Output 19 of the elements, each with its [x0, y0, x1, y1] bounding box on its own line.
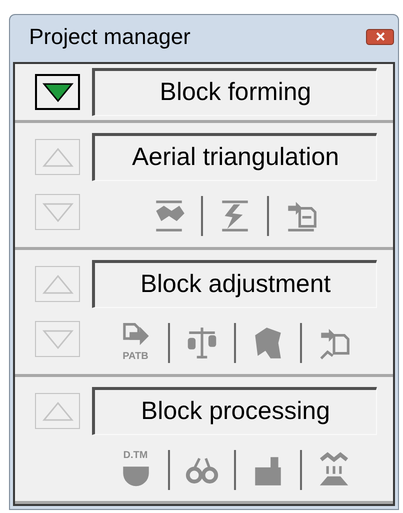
icon-caption: PATB — [122, 351, 150, 363]
step-button[interactable]: Block adjustment — [92, 260, 377, 308]
close-button[interactable] — [366, 28, 394, 44]
step-button[interactable]: Block processing — [92, 387, 377, 435]
step-button[interactable]: Block forming — [92, 68, 377, 116]
step-button[interactable]: Aerial triangulation — [92, 133, 377, 181]
triangle-down-icon — [42, 200, 74, 224]
triangle-up-icon — [42, 272, 74, 296]
triangle-down-icon — [42, 80, 74, 104]
window-title: Project manager — [29, 23, 190, 51]
icon-caption: D.TM — [122, 450, 149, 462]
triangle-down-icon — [42, 328, 74, 350]
move-up-button[interactable] — [35, 393, 80, 429]
close-icon — [376, 32, 384, 41]
triangle-up-icon — [42, 146, 74, 168]
triangle-up-icon — [42, 400, 74, 422]
move-down-button[interactable] — [35, 74, 80, 110]
move-up-button[interactable] — [35, 266, 80, 302]
move-up-button[interactable] — [35, 139, 80, 175]
